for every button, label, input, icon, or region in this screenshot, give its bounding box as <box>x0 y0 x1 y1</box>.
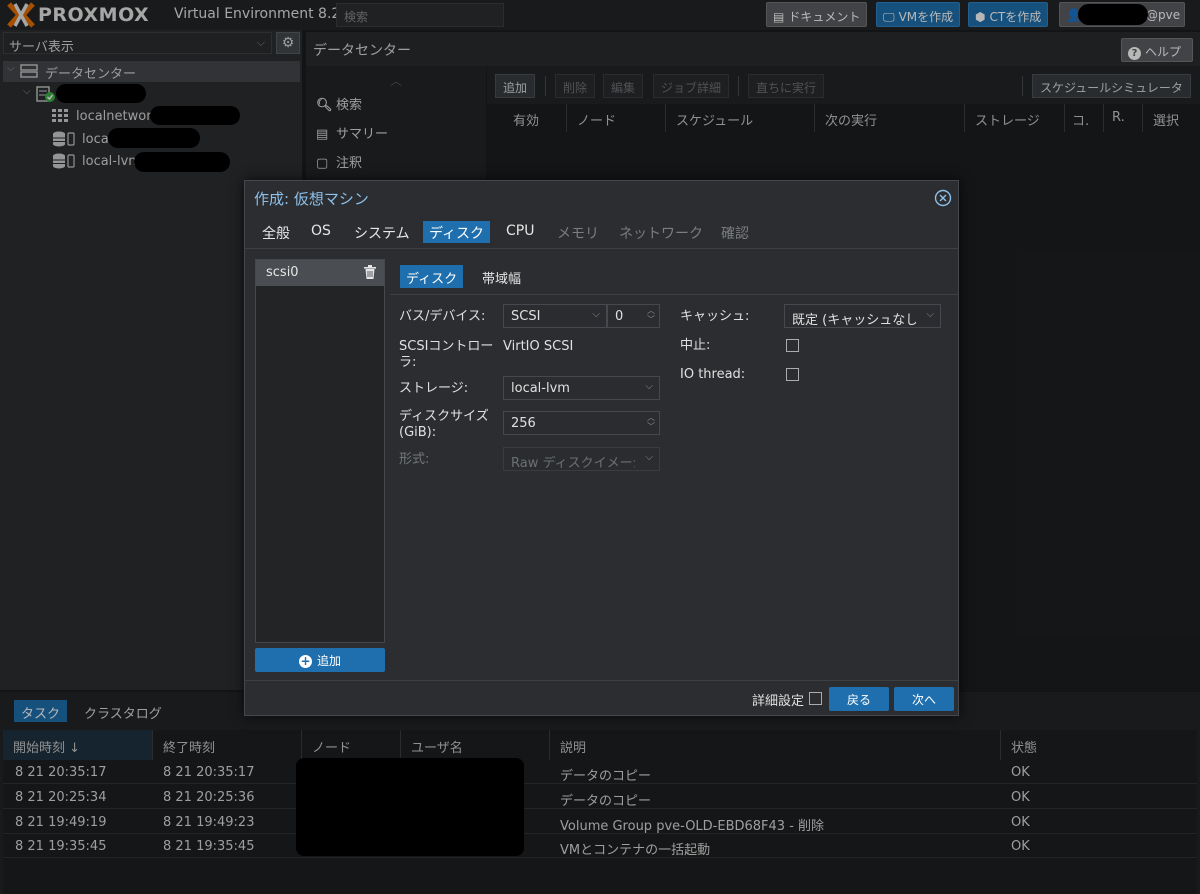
add-disk-button[interactable]: + 追加 <box>255 648 385 672</box>
advanced-label: 詳細設定 <box>752 694 805 709</box>
storage-label: ストレージ: <box>399 381 469 396</box>
scsi-controller-value: VirtIO SCSI <box>503 339 574 354</box>
format-select: Raw ディスクイメージ ⌵ <box>503 447 660 471</box>
tab-general[interactable]: 全般 <box>256 221 296 243</box>
tab-system[interactable]: システム <box>348 221 416 243</box>
chevron-down-icon: ⌵ <box>645 381 653 392</box>
tab-cpu[interactable]: CPU <box>500 221 540 243</box>
format-select-value: Raw ディスクイメージ <box>511 456 635 471</box>
tab-confirm: 確認 <box>721 226 749 242</box>
tab-network: ネットワーク <box>619 226 703 242</box>
device-index-stepper[interactable]: 0 ︿ ﹀ <box>607 304 660 328</box>
disk-size-stepper[interactable]: 256 ︿ ﹀ <box>503 411 660 435</box>
divider <box>245 680 958 681</box>
cache-label: キャッシュ: <box>680 309 750 324</box>
subtab-bandwidth[interactable]: 帯域幅 <box>476 265 527 288</box>
advanced-checkbox[interactable] <box>809 692 822 705</box>
discard-checkbox[interactable] <box>786 339 799 352</box>
disk-size-value: 256 <box>511 416 536 431</box>
io-thread-checkbox[interactable] <box>786 368 799 381</box>
trash-icon[interactable] <box>364 265 376 279</box>
discard-label: 中止: <box>680 338 711 353</box>
plus-circle-icon: + <box>298 654 312 668</box>
divider <box>390 294 958 295</box>
tab-disk[interactable]: ディスク <box>423 221 491 243</box>
next-button[interactable]: 次へ <box>894 687 954 711</box>
spinner-arrows-icon[interactable]: ︿ ﹀ <box>647 413 655 431</box>
chevron-down-icon: ⌵ <box>592 309 600 320</box>
device-index-value: 0 <box>615 309 624 324</box>
cache-select-value: 既定 (キャッシュなし) <box>792 313 916 328</box>
tab-memory: メモリ <box>557 226 599 242</box>
divider <box>245 248 958 249</box>
tab-os[interactable]: OS <box>305 221 337 243</box>
storage-select-value: local-lvm <box>511 381 570 396</box>
add-disk-label: 追加 <box>316 654 341 668</box>
dialog-title: 作成: 仮想マシン <box>254 190 369 208</box>
spinner-arrows-icon[interactable]: ︿ ﹀ <box>647 306 655 324</box>
storage-select[interactable]: local-lvm ⌵ <box>503 376 660 400</box>
disk-list <box>255 259 385 643</box>
chevron-down-icon: ⌵ <box>645 452 653 463</box>
bus-device-label: バス/デバイス: <box>399 309 486 324</box>
bus-select-value: SCSI <box>511 309 541 324</box>
cache-select[interactable]: 既定 (キャッシュなし) ⌵ <box>784 304 941 328</box>
subtab-disk[interactable]: ディスク <box>400 265 464 288</box>
chevron-down-icon: ⌵ <box>926 309 934 320</box>
io-thread-label: IO thread: <box>680 367 746 382</box>
format-label: 形式: <box>399 452 430 467</box>
close-icon[interactable] <box>934 189 952 207</box>
back-button[interactable]: 戻る <box>829 687 889 711</box>
scsi-controller-label: SCSIコントローラ: <box>399 339 494 370</box>
bus-select[interactable]: SCSI ⌵ <box>503 304 607 328</box>
disk-size-label: ディスクサイズ (GiB): <box>399 409 489 440</box>
